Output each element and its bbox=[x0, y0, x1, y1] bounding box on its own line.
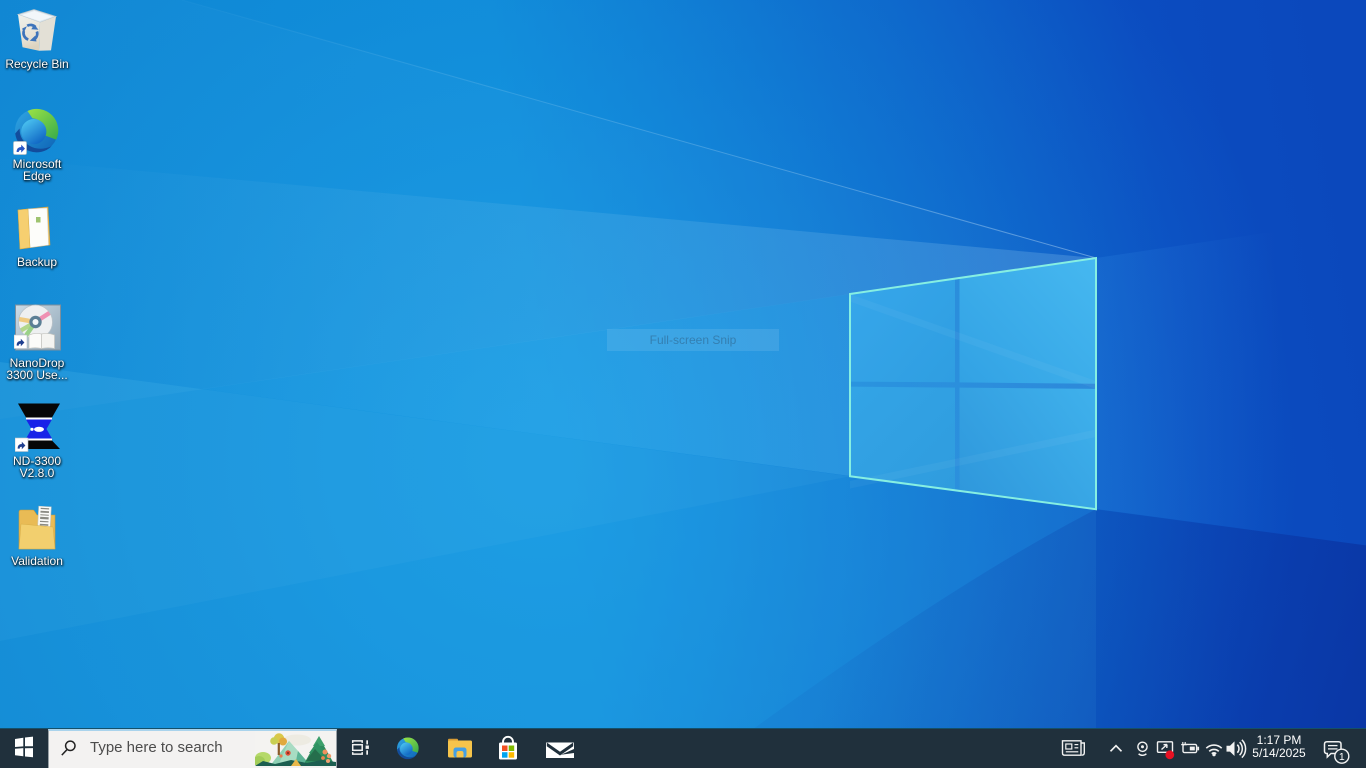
svg-text:1: 1 bbox=[1339, 751, 1345, 763]
